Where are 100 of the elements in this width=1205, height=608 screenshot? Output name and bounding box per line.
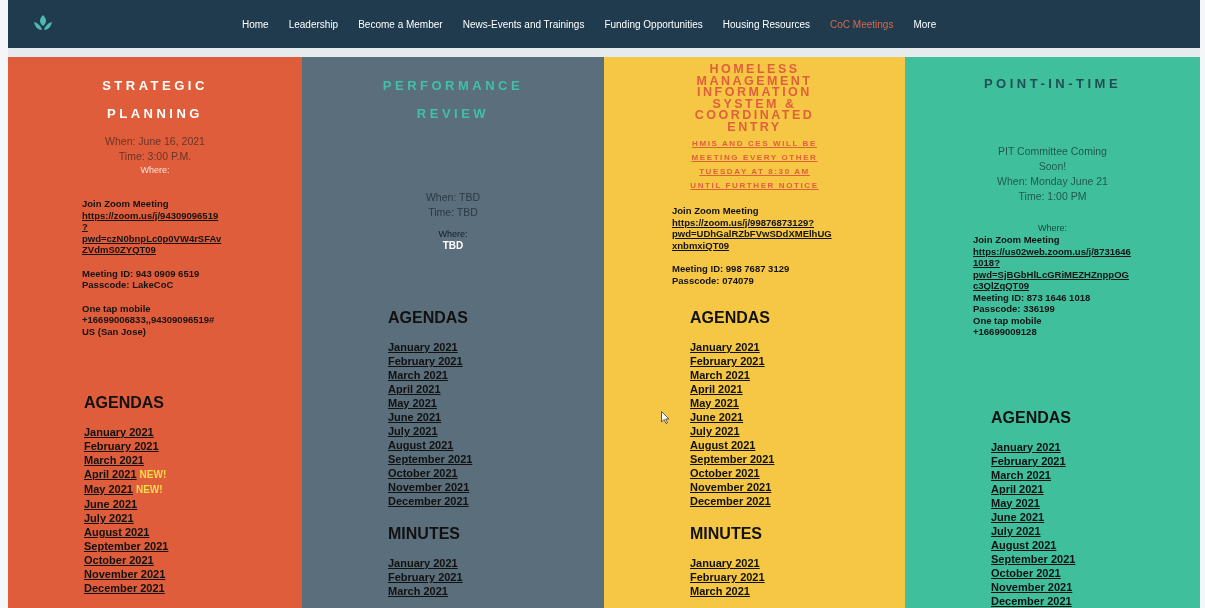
section-title: COORDINATED	[693, 110, 816, 122]
new-label: NEW!	[135, 483, 163, 497]
month-link[interactable]: August 2021	[690, 438, 756, 452]
month-link[interactable]: April 2021	[690, 382, 743, 396]
section-title: PERFORMANCE	[381, 77, 525, 95]
month-link[interactable]: April 2021	[991, 481, 1044, 496]
month-link[interactable]: March 2021	[991, 467, 1051, 482]
month-link[interactable]: November 2021	[690, 480, 772, 494]
month-link[interactable]: November 2021	[84, 567, 166, 581]
zoom-detail: Meeting ID: 998 7687 3129	[672, 263, 791, 275]
month-link[interactable]: May 2021	[84, 482, 133, 496]
month-link[interactable]: May 2021	[388, 396, 437, 410]
notice-text: HMIS AND CES WILL BE	[692, 139, 817, 148]
month-link[interactable]: February 2021	[690, 354, 765, 368]
month-link[interactable]: January 2021	[388, 340, 458, 354]
month-link[interactable]: October 2021	[84, 553, 154, 567]
meeting-info: When: June 16, 2021	[104, 134, 206, 149]
section-title: POINT-IN-TIME	[982, 75, 1123, 93]
where-label: Where:	[140, 164, 170, 176]
zoom-detail: One tap mobile	[82, 302, 152, 314]
notice-text: MEETING EVERY OTHER	[691, 153, 818, 162]
nav-link[interactable]: Funding Opportunities	[604, 18, 703, 30]
month-link[interactable]: September 2021	[991, 551, 1076, 566]
month-link[interactable]: October 2021	[991, 565, 1061, 580]
month-link[interactable]: July 2021	[84, 511, 134, 525]
zoom-detail: Passcode: 336199	[973, 303, 1056, 315]
zoom-detail: Meeting ID: 943 0909 6519	[82, 267, 201, 279]
section-heading: AGENDAS	[83, 393, 165, 413]
month-link[interactable]: June 2021	[690, 410, 744, 424]
where-label: Where:	[1038, 222, 1067, 234]
month-link[interactable]: March 2021	[84, 453, 144, 467]
month-link[interactable]: March 2021	[388, 584, 448, 598]
nav-link[interactable]: Home	[242, 18, 269, 30]
month-link[interactable]: February 2021	[991, 453, 1066, 468]
month-link[interactable]: June 2021	[991, 509, 1045, 524]
month-link[interactable]: December 2021	[690, 494, 771, 508]
section-heading: MINUTES	[689, 524, 763, 544]
month-link[interactable]: May 2021	[690, 396, 739, 410]
month-link[interactable]: June 2021	[388, 410, 442, 424]
month-link[interactable]: November 2021	[991, 579, 1073, 594]
section-title: SYSTEM &	[712, 98, 797, 110]
where-label: Where:	[438, 228, 468, 240]
zoom-detail: One tap mobile	[973, 314, 1043, 326]
month-link[interactable]: September 2021	[690, 452, 775, 466]
month-link[interactable]: July 2021	[690, 424, 740, 438]
nav-link[interactable]: Housing Resources	[722, 18, 811, 30]
month-link[interactable]: January 2021	[84, 425, 154, 439]
section-heading: MINUTES	[387, 524, 461, 544]
month-link[interactable]: April 2021	[388, 382, 441, 396]
section-title: PLANNING	[106, 105, 204, 123]
zoom-link[interactable]: https://us02web.zoom.us/j/87316461018?pwd=SjBGbHlLcGRiMEZHZnppOGc3QlZqQT09	[973, 245, 1133, 292]
month-link[interactable]: September 2021	[388, 452, 473, 466]
month-link[interactable]: February 2021	[388, 354, 463, 368]
notice-text: TUESDAY AT 8:30 AM	[699, 167, 810, 176]
month-link[interactable]: October 2021	[690, 466, 760, 480]
month-link[interactable]: August 2021	[991, 537, 1057, 552]
month-link[interactable]: February 2021	[690, 570, 765, 584]
section-heading: AGENDAS	[689, 308, 771, 328]
month-link[interactable]: June 2021	[84, 497, 138, 511]
month-link[interactable]: December 2021	[84, 581, 165, 595]
month-link[interactable]: February 2021	[388, 570, 463, 584]
nav-link[interactable]: Become a Member	[358, 18, 443, 30]
month-link[interactable]: January 2021	[991, 439, 1061, 454]
nav-link[interactable]: Leadership	[288, 18, 339, 30]
month-link[interactable]: December 2021	[991, 593, 1072, 608]
month-link[interactable]: January 2021	[690, 556, 760, 570]
month-link[interactable]: May 2021	[991, 495, 1040, 510]
nav-link[interactable]: More	[913, 18, 937, 30]
zoom-detail: Join Zoom Meeting	[82, 198, 170, 210]
meeting-info: When: Monday June 21	[996, 174, 1109, 189]
month-link[interactable]: April 2021	[84, 467, 137, 481]
month-link[interactable]: January 2021	[690, 340, 760, 354]
zoom-detail: +16699009128	[973, 326, 1038, 338]
month-link[interactable]: January 2021	[388, 556, 458, 570]
section-heading: AGENDAS	[387, 308, 469, 328]
month-link[interactable]: October 2021	[388, 466, 458, 480]
nav-link[interactable]: News-Events and Trainings	[462, 18, 585, 30]
section-title: STRATEGIC	[101, 77, 209, 95]
month-link[interactable]: February 2021	[84, 439, 159, 453]
zoom-detail: Join Zoom Meeting	[672, 205, 760, 217]
month-link[interactable]: August 2021	[84, 525, 150, 539]
zoom-detail: Join Zoom Meeting	[973, 234, 1061, 246]
month-link[interactable]: March 2021	[690, 368, 750, 382]
section-heading: AGENDAS	[990, 407, 1072, 428]
zoom-link[interactable]: https://zoom.us/j/94309096519?pwd=czN0bnpLc0p0VW4rSFAvZVdmS0ZYQT09	[82, 209, 222, 256]
notice-text: UNTIL FURTHER NOTICE	[690, 181, 819, 190]
meeting-info: Time: 3:00 P.M.	[117, 149, 193, 164]
month-link[interactable]: March 2021	[690, 584, 750, 598]
nav-link[interactable]: CoC Meetings	[830, 18, 894, 30]
month-link[interactable]: August 2021	[388, 438, 454, 452]
meeting-info: PIT Committee Coming Soon!	[997, 144, 1108, 174]
month-link[interactable]: December 2021	[388, 494, 469, 508]
cursor-icon	[661, 411, 670, 424]
section-title: ENTRY	[726, 121, 783, 133]
month-link[interactable]: September 2021	[84, 539, 169, 553]
month-link[interactable]: March 2021	[388, 368, 448, 382]
month-link[interactable]: July 2021	[388, 424, 438, 438]
month-link[interactable]: July 2021	[991, 523, 1041, 538]
zoom-link[interactable]: https://zoom.us/j/99876873129?pwd=UDhGalRZbFVwSDdXMElhUGxnbmxiQT09	[672, 216, 832, 251]
month-link[interactable]: November 2021	[388, 480, 470, 494]
